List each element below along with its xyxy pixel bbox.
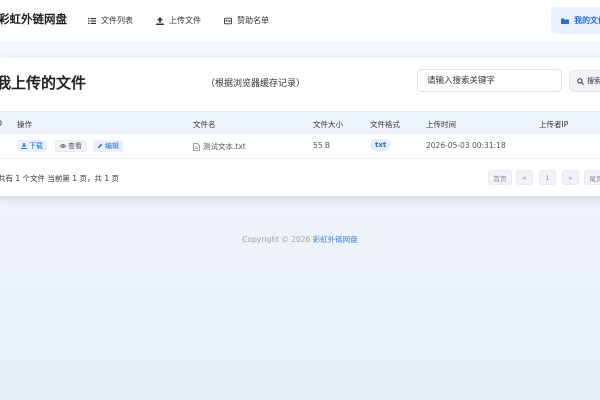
id-card-icon — [224, 17, 232, 24]
nav-file-list-label: 文件列表 — [101, 16, 133, 25]
nav-upload-label: 上传文件 — [169, 16, 201, 25]
upload-time: 2026-05-03 00:31:18 — [426, 141, 506, 150]
page-prev-button[interactable]: « — [516, 170, 533, 185]
folder-icon — [561, 18, 569, 24]
format-badge: txt — [370, 139, 392, 151]
page-last-button[interactable]: 尾页 — [584, 170, 600, 185]
column-header-upload-time: 上传时间 — [426, 120, 456, 129]
file-name-link[interactable]: 测试文本.txt — [193, 141, 246, 152]
pencil-icon — [97, 143, 103, 149]
view-button[interactable]: 查看 — [55, 140, 87, 152]
download-icon — [21, 143, 27, 149]
footer-site-link[interactable]: 彩虹外链网盘 — [313, 235, 358, 244]
page-number-1[interactable]: 1 — [539, 170, 556, 185]
page-next-button[interactable]: » — [562, 170, 579, 185]
search-button[interactable]: 搜索 — [569, 70, 600, 92]
view-label: 查看 — [68, 142, 82, 150]
edit-button[interactable]: 编辑 — [93, 140, 123, 152]
page-subtitle: （根据浏览器缓存记录） — [206, 79, 306, 89]
nav-sponsors-label: 赞助名单 — [237, 16, 269, 25]
list-icon — [88, 17, 96, 24]
column-header-format: 文件格式 — [370, 120, 400, 129]
table-row — [0, 133, 600, 159]
eye-icon — [60, 144, 66, 148]
search-button-label: 搜索 — [587, 77, 600, 85]
top-navbar: 彩虹外链网盘 文件列表 上传文件 赞助名单 我的文件 — [0, 0, 600, 43]
download-label: 下载 — [29, 142, 43, 150]
footer-copyright: Copyright © 2026 彩虹外链网盘 — [0, 234, 600, 245]
edit-label: 编辑 — [105, 142, 119, 150]
nav-sponsors[interactable]: 赞助名单 — [224, 15, 269, 26]
file-size: 55 B — [313, 141, 331, 150]
column-header-filename: 文件名 — [193, 120, 216, 129]
brand-logo[interactable]: 彩虹外链网盘 — [0, 11, 67, 27]
column-header-actions: 操作 — [17, 120, 32, 129]
my-files-label: 我的文件 — [574, 16, 600, 25]
search-icon — [577, 77, 584, 85]
table-header: ID 操作 文件名 文件大小 文件格式 上传时间 上传者IP — [0, 111, 600, 134]
column-header-ip: 上传者IP — [539, 120, 569, 129]
pagination-summary: 共有 1 个文件 当前第 1 页，共 1 页 — [0, 174, 120, 183]
upload-icon — [156, 16, 164, 25]
footer-copyright-text: Copyright © 2026 — [242, 235, 313, 244]
page-first-button[interactable]: 首页 — [488, 170, 512, 185]
download-button[interactable]: 下载 — [17, 140, 47, 152]
nav-file-list[interactable]: 文件列表 — [88, 15, 133, 26]
nav-upload[interactable]: 上传文件 — [156, 15, 201, 26]
my-files-button[interactable]: 我的文件 — [551, 7, 600, 34]
file-icon — [193, 142, 200, 151]
column-header-id: ID — [0, 119, 2, 128]
column-header-size: 文件大小 — [313, 120, 343, 129]
file-name-text: 测试文本.txt — [203, 142, 246, 151]
page-title: 我上传的文件 — [0, 74, 87, 92]
search-input[interactable] — [417, 69, 562, 92]
